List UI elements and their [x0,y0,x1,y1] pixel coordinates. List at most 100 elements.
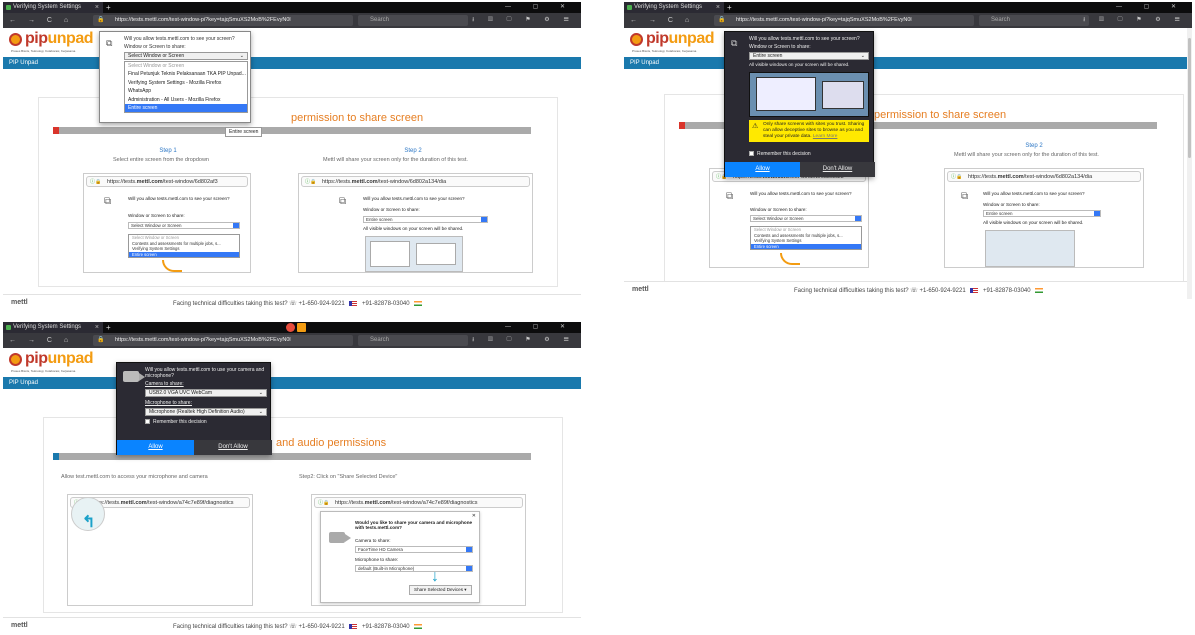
pointer-arrow-icon: ↓ [431,568,439,585]
tab-favicon-icon [6,5,11,10]
dialog-label: Window or Screen to share: [124,44,186,50]
allow-button[interactable]: Allow [725,162,800,177]
site-nav-bar: PIP Unpad [624,57,1192,69]
window-option[interactable]: WhatsApp [125,87,247,95]
url-bar[interactable]: 🔒 https://tests.mettl.com/test-window-pi… [93,335,353,346]
window-controls[interactable]: — ▢ ✕ [1116,2,1186,13]
new-tab-button[interactable]: + [727,2,732,13]
mini-select: Select Window or Screen [128,222,240,229]
scrollbar-thumb[interactable] [1188,38,1191,158]
camera-select[interactable]: USB2.0 VGA UVC WebCam ⌄ [145,389,267,397]
mini-note: All visible windows on your screen will … [363,226,464,231]
logo-mark-icon [9,33,22,46]
remember-decision[interactable]: Remember this decision [749,151,811,157]
tab-close-icon[interactable]: × [95,2,99,13]
checkbox[interactable] [749,151,754,157]
share-screen-permission-dialog: ⧉ Will you allow tests.mettl.com to see … [724,31,875,177]
nav-buttons[interactable]: ← → C ⌂ [9,333,73,348]
mini-question: Will you allow tests.mettl.com to see yo… [363,196,465,201]
mini-screen-preview [365,236,463,272]
tab-strip: Verifying System Settings × + — ▢ ✕ [3,2,581,13]
window-option[interactable]: Select Window or Screen [125,62,247,70]
us-flag-icon [970,287,979,293]
site-nav-bar: PIP Unpad [3,377,581,389]
search-input[interactable]: Search [358,15,468,26]
tab-strip: Verifying System Settings × + — ▢ ✕ [3,322,581,333]
step1-illustration: ⓘ🔒 https://tests.mettl.com/test-window/a… [67,494,253,606]
learn-more-link[interactable]: Learn More [813,134,838,139]
site-nav-label[interactable]: PIP Unpad [9,60,38,66]
remember-decision[interactable]: Remember this decision [145,419,207,425]
nav-buttons[interactable]: ← → C ⌂ [9,13,73,28]
toolbar-icons[interactable]: ⭳ ▥ ▢ ⚑ ⚙ ☰ [1083,13,1186,28]
tab-close-icon[interactable]: × [716,2,720,13]
us-flag-icon [349,300,358,306]
search-input[interactable]: Search [358,335,468,346]
window-option[interactable]: Verifying System Settings - Mozilla Fire… [125,79,247,87]
dont-allow-button[interactable]: Don't Allow [800,162,875,177]
mini-question: Would you like to share your camera and … [355,520,473,530]
logo-tagline: Proses Bisnis, Teknologi, Kolaborasi, Ke… [632,49,697,53]
lock-icon: 🔒 [97,17,105,23]
tab-close-icon[interactable]: × [95,322,99,333]
url-bar[interactable]: 🔒 https://tests.mettl.com/test-window-pi… [714,15,974,26]
phone-icon: ☏ [289,624,297,630]
url-bar[interactable]: 🔒 https://tests.mettl.com/test-window-pi… [93,15,353,26]
toolbar-icons[interactable]: ⭳ ▥ ▢ ⚑ ⚙ ☰ [472,333,575,348]
mini-url-bar: ⓘ🔒 https://tests.mettl.com/test-window/6… [301,176,530,187]
browser-tab[interactable]: Verifying System Settings × [3,2,103,13]
window-option[interactable]: Final Petunjuk Teknis Pelaksanaan TKA PI… [125,70,247,78]
new-tab-button[interactable]: + [106,2,111,13]
us-flag-icon [349,623,358,629]
dialog-question: Will you allow tests.mettl.com to see yo… [124,36,235,42]
browser-tab[interactable]: Verifying System Settings × [3,322,103,333]
camera-indicator-icon [297,323,306,332]
mini-caret-icon [481,217,487,222]
toolbar-icons[interactable]: ⭳ ▥ ▢ ⚑ ⚙ ☰ [472,13,575,28]
allow-button[interactable]: Allow [117,440,194,455]
page-scrollbar[interactable] [1187,28,1192,299]
mini-url-bar: ⓘ🔒 https://tests.mettl.com/test-window/6… [86,176,248,187]
phone-icon: ☏ [289,301,297,307]
pointer-arrow-icon [162,260,182,272]
window-controls[interactable]: — ▢ ✕ [505,2,575,13]
window-option[interactable]: Administration - All Users - Mozilla Fir… [125,96,247,104]
warning-box: ⚠ Only share screens with sites you trus… [749,120,869,142]
mini-permission-prompt: ✕ Would you like to share your camera an… [320,511,480,603]
chevron-down-icon: ⌄ [860,53,865,59]
page-footer: mettl Facing technical difficulties taki… [3,294,581,312]
microphone-select[interactable]: Microphone (Realtek High Definition Audi… [145,408,267,416]
logo-text-b: unpad [47,30,94,47]
footer-brand: mettl [11,299,28,306]
dialog-question: Will you allow tests.mettl.com to see yo… [749,36,860,42]
page-footer: mettl Facing technical difficulties taki… [3,617,581,635]
footer-help: Facing technical difficulties taking thi… [173,300,425,307]
search-input[interactable]: Search [979,15,1089,26]
site-nav-bar: PIP Unpad [3,57,581,69]
window-option-entire-screen[interactable]: Entire screen [125,103,247,113]
mini-screen-preview [985,230,1075,267]
screenshot-panel-3: Verifying System Settings × + — ▢ ✕ ← → … [3,322,581,635]
nav-buttons[interactable]: ← → C ⌂ [630,13,694,28]
new-tab-button[interactable]: + [106,322,111,333]
window-select[interactable]: Select Window or Screen ⌄ [124,52,248,60]
window-select[interactable]: Entire screen ⌄ [749,52,869,60]
tab-strip: Verifying System Settings × + — ▢ ✕ [624,2,1192,13]
mini-select: Entire screen [363,216,488,223]
step2-description: Mettl will share your screen only for th… [954,152,1099,158]
step1-description: Allow test.mettl.com to access your micr… [61,474,208,480]
step1-illustration: ⓘ🔒 https://tests.mettl.com/test-window/6… [83,173,251,273]
section-heading: and audio permissions [276,437,387,449]
checkbox[interactable] [145,419,150,425]
dont-allow-button[interactable]: Don't Allow [194,440,272,455]
window-controls[interactable]: — ▢ ✕ [505,322,575,333]
option-tooltip: Entire screen [225,127,263,137]
tab-favicon-icon [627,5,632,10]
screen-share-icon: ⧉ [731,38,738,48]
navigation-toolbar: ← → C ⌂ 🔒 https://tests.mettl.com/test-w… [624,13,1192,28]
url-text: https://tests.mettl.com/test-window-pi?k… [115,17,291,23]
chevron-down-icon: ⌄ [258,390,263,396]
lock-icon: 🔒 [97,337,105,343]
browser-tab[interactable]: Verifying System Settings × [624,2,724,13]
mini-lock-icon: ⓘ🔒 [305,179,317,185]
